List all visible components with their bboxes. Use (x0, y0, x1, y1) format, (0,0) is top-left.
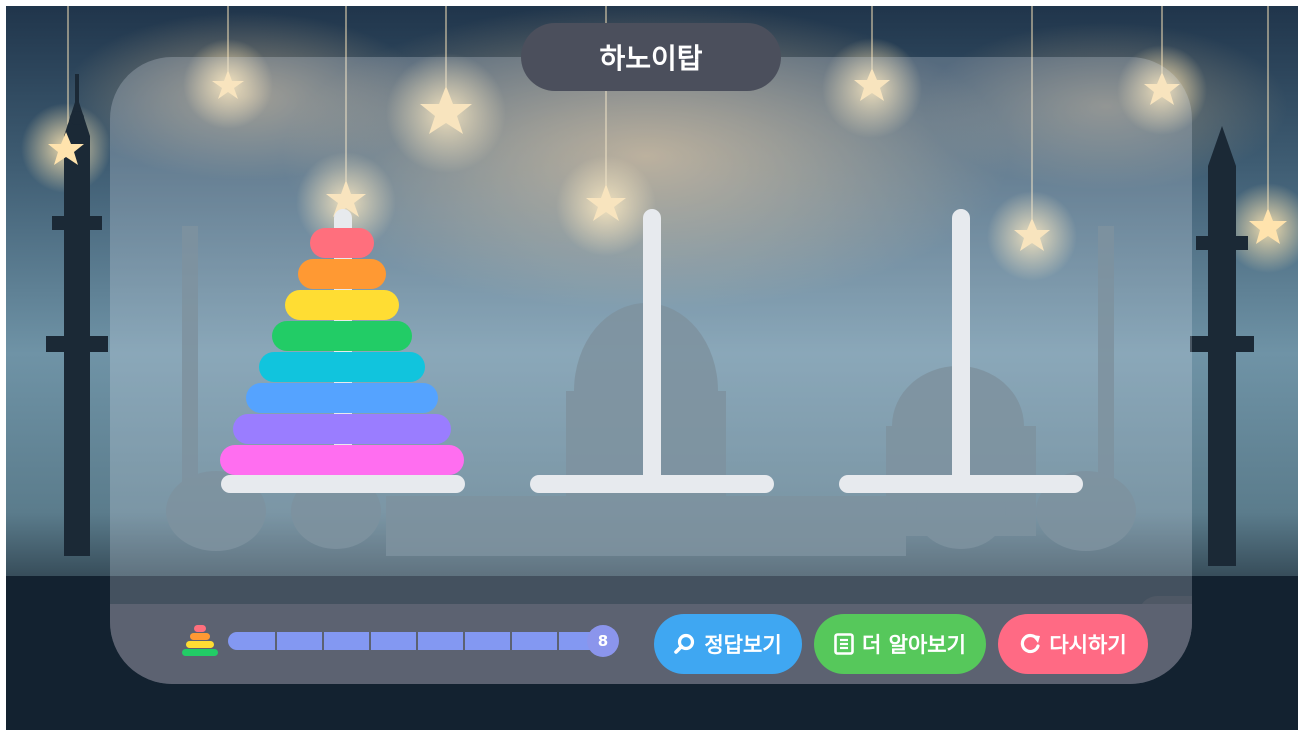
game-title: 하노이탑 (521, 23, 781, 91)
slider-tick (416, 632, 418, 650)
disk-2[interactable] (298, 259, 386, 289)
retry-label: 다시하기 (1049, 633, 1127, 657)
peg-2-base (530, 475, 774, 493)
slider-tick (322, 632, 324, 650)
learn-more-button[interactable]: 더 알아보기 (814, 614, 986, 674)
slider-tick (557, 632, 559, 650)
retry-button[interactable]: 다시하기 (998, 614, 1148, 674)
slider-tick (275, 632, 277, 650)
disk-1[interactable] (310, 228, 374, 258)
disk-8[interactable] (220, 445, 464, 475)
game-panel: 4 8 (110, 57, 1192, 684)
peg-2-pole (643, 209, 661, 492)
peg-3-pole (952, 209, 970, 492)
show-answer-label: 정답보기 (704, 633, 782, 657)
control-bar: 8 정답보기 더 알아보기 다시하기 (110, 604, 1192, 684)
disk-5[interactable] (259, 352, 425, 382)
slider-knob[interactable]: 8 (587, 625, 619, 657)
level-slider[interactable]: 8 (228, 625, 620, 657)
game-stage: 4 8 (6, 6, 1298, 730)
show-answer-button[interactable]: 정답보기 (654, 614, 802, 674)
slider-tick (369, 632, 371, 650)
disk-7[interactable] (233, 414, 451, 444)
search-icon (674, 633, 696, 655)
disk-4[interactable] (272, 321, 412, 351)
learn-more-label: 더 알아보기 (862, 633, 966, 657)
disk-6[interactable] (246, 383, 438, 413)
refresh-icon (1019, 633, 1041, 655)
slider-tick (510, 632, 512, 650)
slider-tick (463, 632, 465, 650)
peg-1-base (221, 475, 465, 493)
slider-track[interactable] (228, 632, 608, 650)
disk-3[interactable] (285, 290, 399, 320)
mini-tower-icon (180, 625, 220, 663)
peg-3-base (839, 475, 1083, 493)
document-icon (834, 633, 854, 655)
